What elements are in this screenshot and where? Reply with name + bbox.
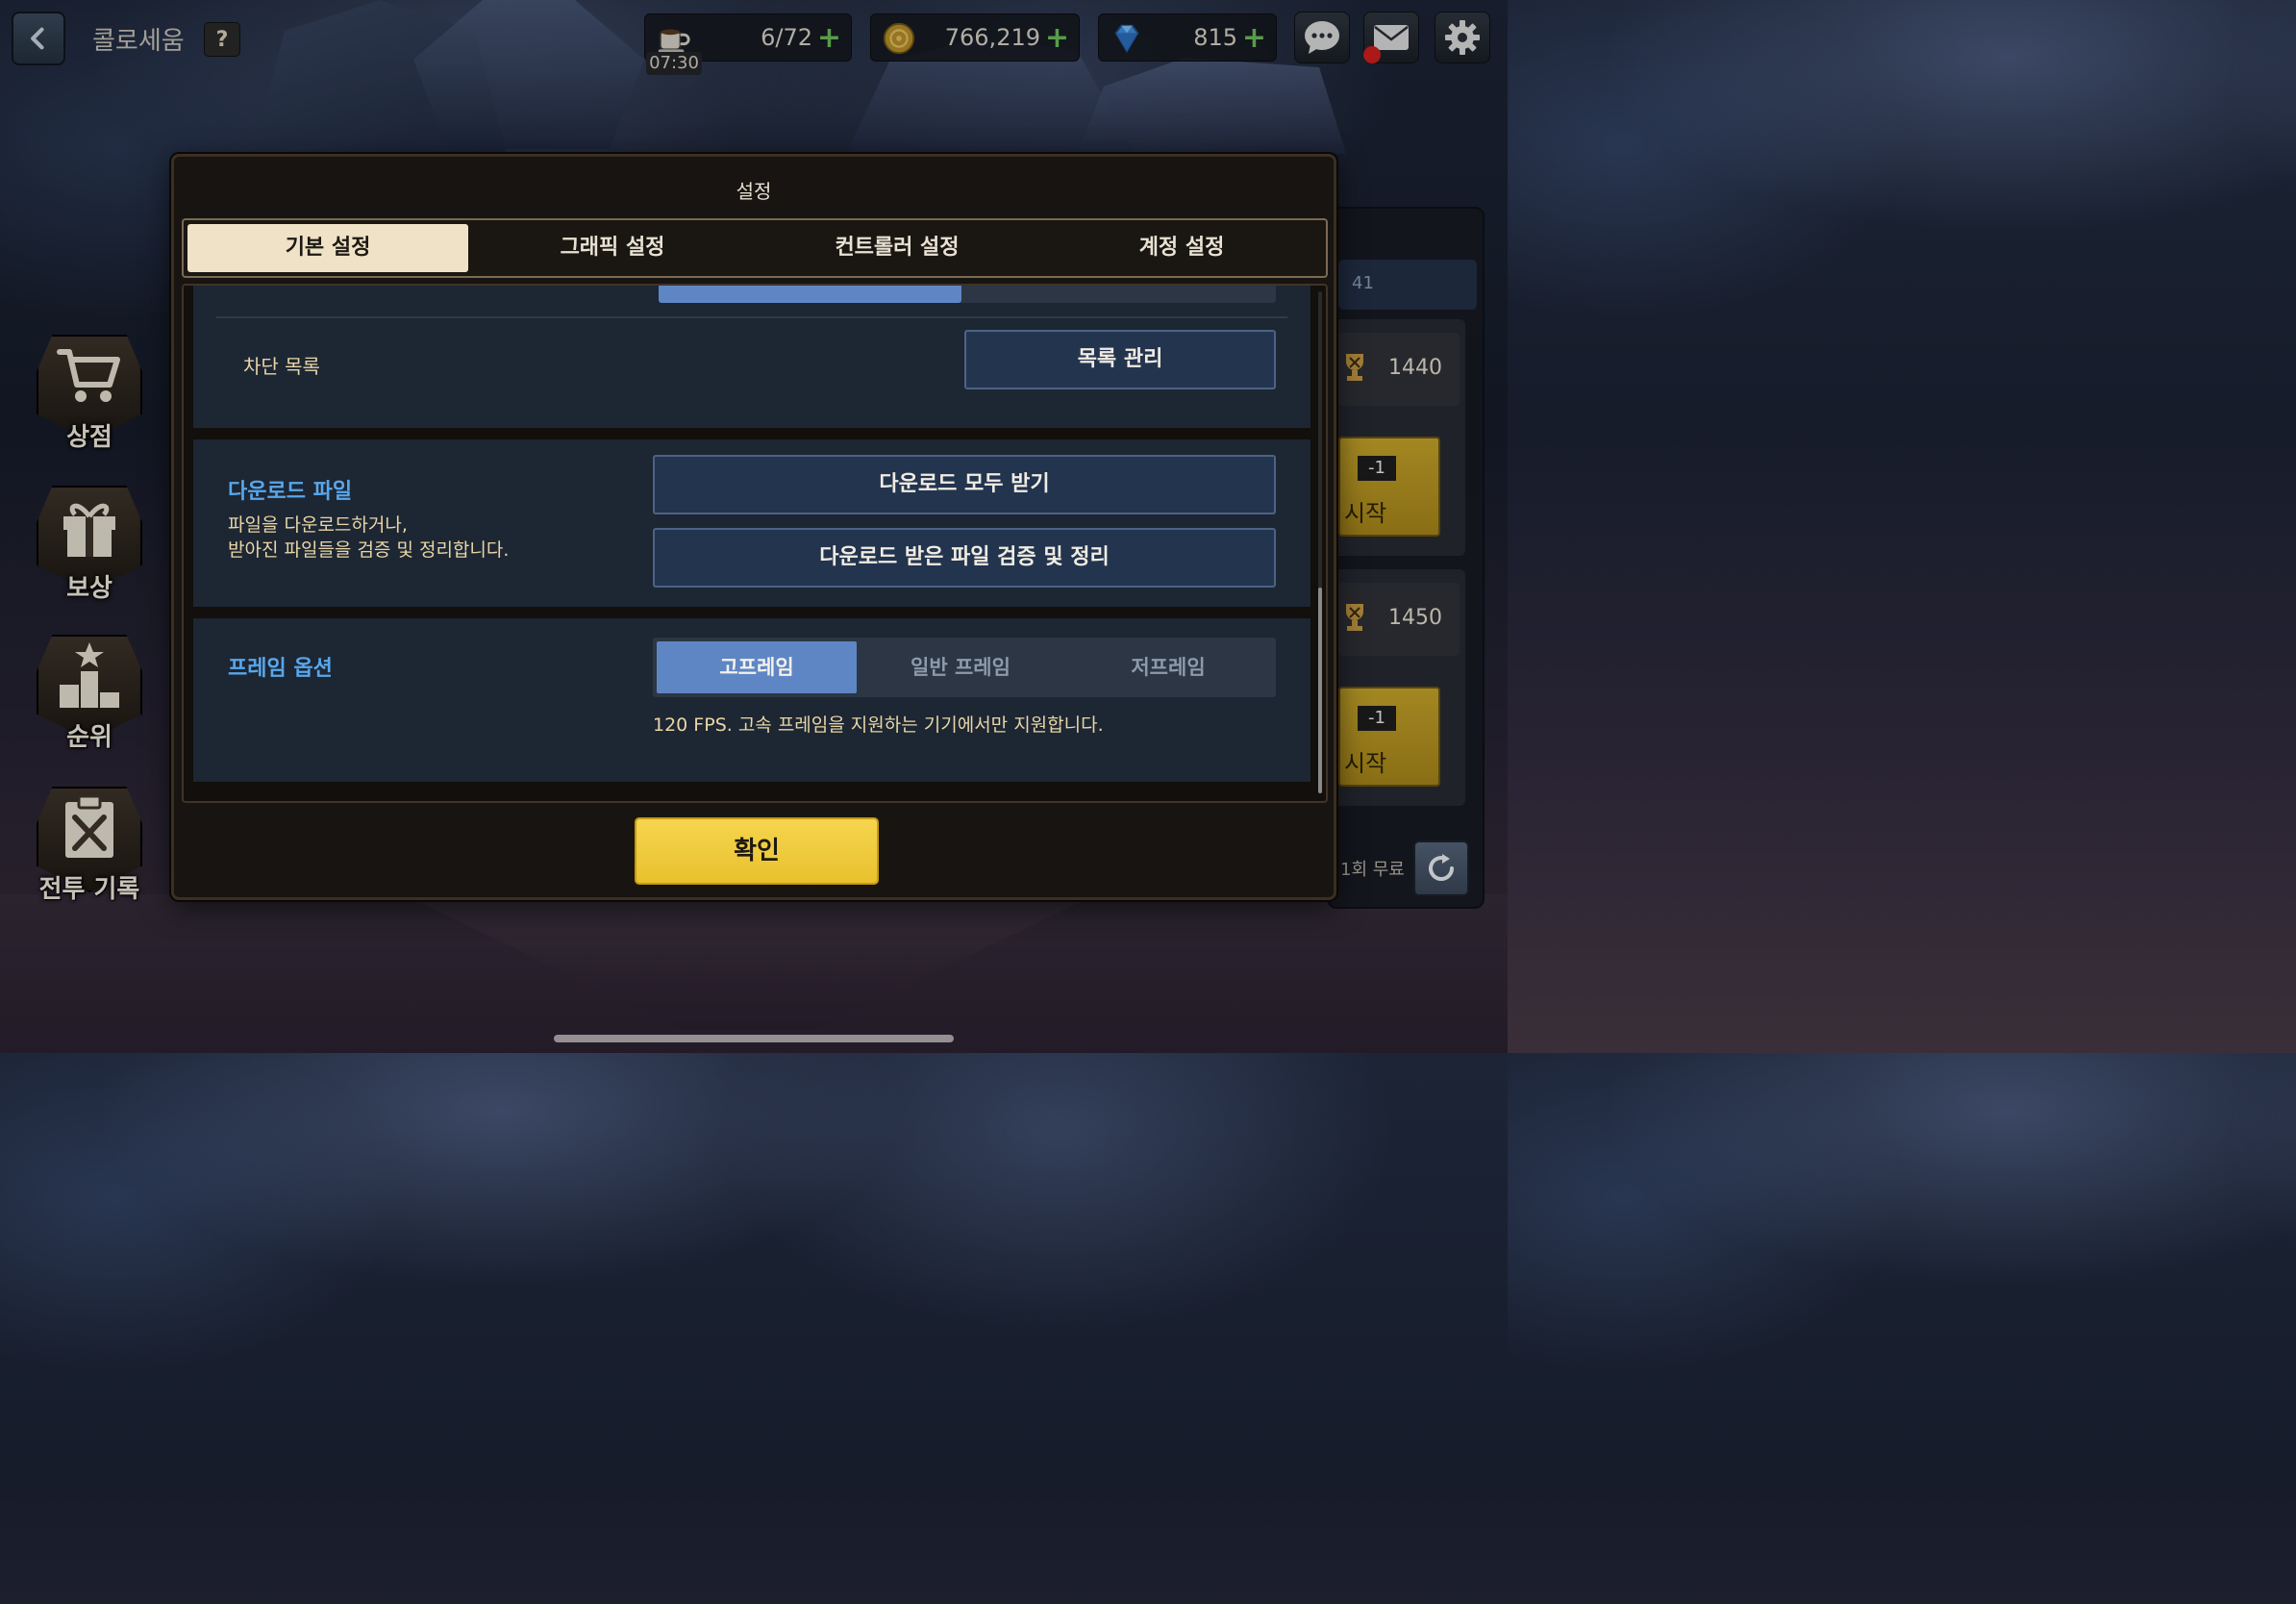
verify-files-button[interactable]: 다운로드 받은 파일 검증 및 정리 — [653, 528, 1276, 588]
frame-option-note: 120 FPS. 고속 프레임을 지원하는 기기에서만 지원합니다. — [653, 714, 1104, 736]
frame-option-low[interactable]: 저프레임 — [1068, 641, 1268, 693]
confirm-button[interactable]: 확인 — [632, 815, 882, 888]
dialog-title: 설정 — [736, 180, 772, 203]
download-description-line1: 파일을 다운로드하거나, — [228, 514, 408, 536]
download-description-line2: 받아진 파일들을 검증 및 정리합니다. — [228, 539, 510, 561]
settings-tabs: 기본 설정 그래픽 설정 컨트롤러 설정 계정 설정 — [182, 218, 1328, 278]
download-all-button[interactable]: 다운로드 모두 받기 — [653, 455, 1276, 514]
frame-option-high[interactable]: 고프레임 — [657, 641, 857, 693]
tab-basic-settings[interactable]: 기본 설정 — [187, 224, 468, 272]
tab-graphic-settings[interactable]: 그래픽 설정 — [472, 224, 753, 272]
divider — [216, 316, 1287, 318]
block-list-label: 차단 목록 — [243, 355, 320, 378]
settings-dialog: 설정 기본 설정 그래픽 설정 컨트롤러 설정 계정 설정 차단 목록 목록 관… — [171, 154, 1336, 900]
settings-scroll-area[interactable]: 차단 목록 목록 관리 다운로드 파일 파일을 다운로드하거나, 받아진 파일들… — [182, 284, 1328, 803]
frame-option-section: 프레임 옵션 고프레임 일반 프레임 저프레임 120 FPS. 고속 프레임을… — [193, 618, 1310, 782]
download-section: 다운로드 파일 파일을 다운로드하거나, 받아진 파일들을 검증 및 정리합니다… — [193, 439, 1310, 607]
scrollbar-thumb[interactable] — [1318, 588, 1322, 793]
slider-fill — [659, 286, 961, 303]
frame-option-title: 프레임 옵션 — [228, 657, 333, 681]
home-indicator[interactable] — [554, 1035, 954, 1042]
download-title: 다운로드 파일 — [228, 480, 353, 504]
previous-setting-slider[interactable] — [659, 286, 1276, 303]
frame-option-selector: 고프레임 일반 프레임 저프레임 — [653, 638, 1276, 697]
tab-account-settings[interactable]: 계정 설정 — [1041, 224, 1322, 272]
manage-list-button[interactable]: 목록 관리 — [964, 330, 1276, 389]
tab-controller-settings[interactable]: 컨트롤러 설정 — [757, 224, 1037, 272]
frame-option-normal[interactable]: 일반 프레임 — [861, 641, 1061, 693]
block-list-section: 차단 목록 목록 관리 — [193, 286, 1310, 428]
